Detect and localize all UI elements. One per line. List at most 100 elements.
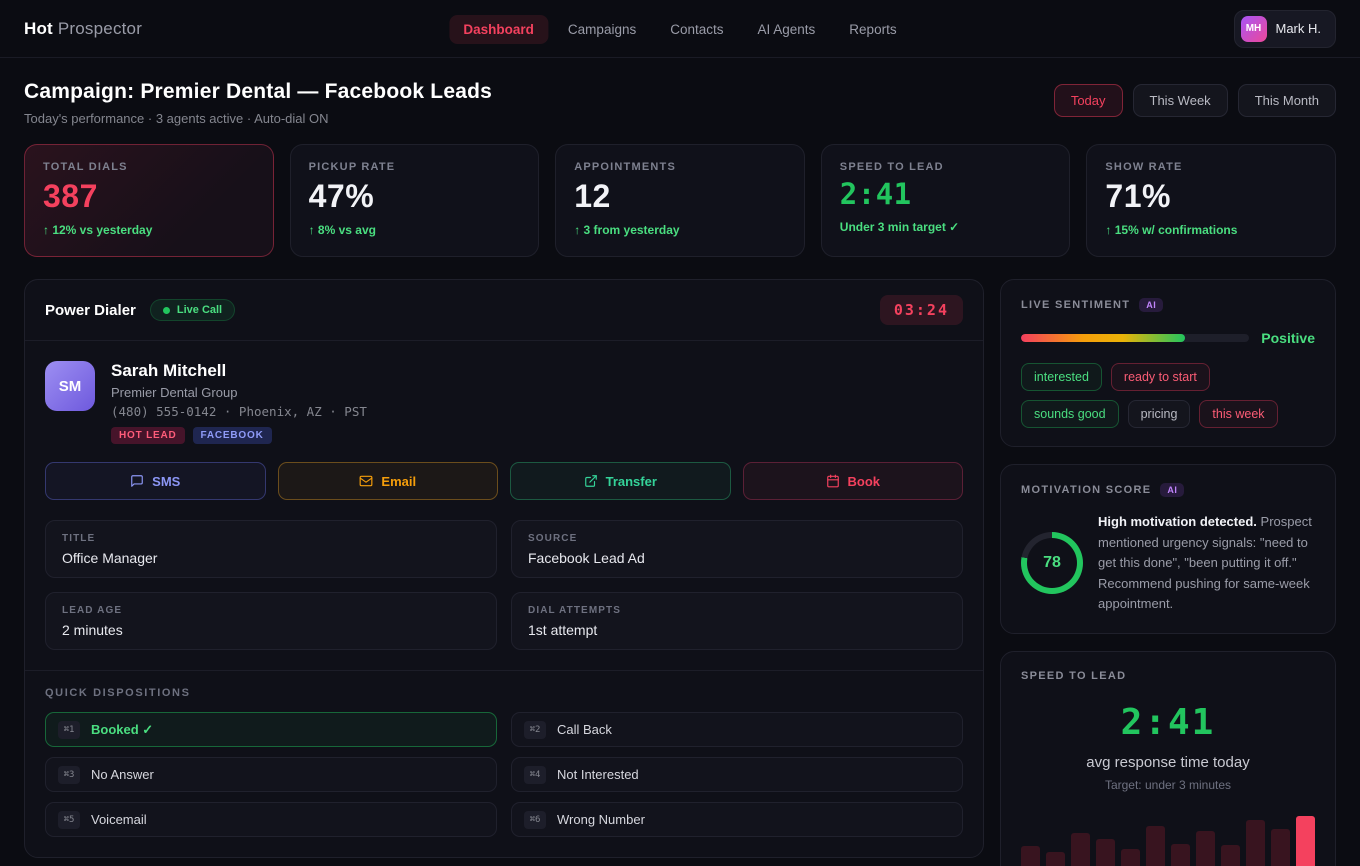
sentiment-heading: LIVE SENTIMENT — [1021, 299, 1130, 311]
dialer-header: Power Dialer Live Call 03:24 — [25, 280, 983, 341]
disposition-wrong-number[interactable]: ⌘6 Wrong Number — [511, 802, 963, 837]
contact-card: SM Sarah Mitchell Premier Dental Group (… — [25, 341, 983, 460]
email-label: Email — [381, 474, 416, 489]
brand-light: Prospector — [58, 19, 142, 38]
speed-target: Target: under 3 minutes — [1021, 778, 1315, 792]
speed-to-lead-panel: SPEED TO LEAD 2:41 avg response time tod… — [1000, 651, 1336, 866]
speed-heading: SPEED TO LEAD — [1021, 670, 1126, 682]
field-source: SOURCE Facebook Lead Ad — [511, 520, 963, 578]
response-time-bar — [1171, 844, 1190, 866]
keyword-pill: interested — [1021, 363, 1102, 391]
response-time-bar — [1146, 826, 1165, 866]
field-value: 2 minutes — [62, 622, 480, 638]
filter-today[interactable]: Today — [1054, 84, 1123, 117]
field-value: Facebook Lead Ad — [528, 550, 946, 566]
contact-company: Premier Dental Group — [111, 385, 367, 400]
live-call-label: Live Call — [177, 304, 222, 316]
kpi-value: 71% — [1105, 179, 1317, 214]
disposition-voicemail[interactable]: ⌘5 Voicemail — [45, 802, 497, 837]
keyword-pill: ready to start — [1111, 363, 1210, 391]
nav-tab-campaigns[interactable]: Campaigns — [554, 15, 650, 44]
page-subtitle: Today's performance · 3 agents active · … — [24, 111, 492, 126]
field-label: LEAD AGE — [62, 605, 480, 616]
motivation-lead: High motivation detected. — [1098, 514, 1257, 529]
nav-tab-ai-agents[interactable]: AI Agents — [744, 15, 830, 44]
kpi-value: 2:41 — [840, 179, 1052, 211]
response-time-bar — [1296, 816, 1315, 866]
avatar: MH — [1241, 16, 1267, 42]
disposition-not-interested[interactable]: ⌘4 Not Interested — [511, 757, 963, 792]
keyword-pill: this week — [1199, 400, 1277, 428]
field-label: DIAL ATTEMPTS — [528, 605, 946, 616]
motivation-score-panel: MOTIVATION SCORE AI 78 High motivation d… — [1000, 464, 1336, 634]
kpi-delta: ↑ 8% vs avg — [309, 223, 521, 237]
nav-tab-contacts[interactable]: Contacts — [656, 15, 737, 44]
live-dot-icon — [163, 307, 170, 314]
filter-this-month[interactable]: This Month — [1238, 84, 1336, 117]
live-call-badge: Live Call — [150, 299, 235, 321]
response-time-bar-chart — [1021, 814, 1315, 866]
contact-avatar: SM — [45, 361, 95, 411]
dispositions-grid: ⌘1 Booked ✓ ⌘2 Call Back ⌘3 No Answer ⌘4… — [45, 712, 963, 837]
disposition-label: No Answer — [91, 767, 154, 782]
kpi-value: 387 — [43, 179, 255, 214]
kpi-delta: ↑ 3 from yesterday — [574, 223, 786, 237]
power-dialer-panel: Power Dialer Live Call 03:24 SM Sarah Mi… — [24, 279, 984, 858]
nav-tab-dashboard[interactable]: Dashboard — [449, 15, 548, 44]
main-content: Power Dialer Live Call 03:24 SM Sarah Mi… — [0, 257, 1360, 866]
contact-phone: (480) 555-0142 · Phoenix, AZ · PST — [111, 404, 367, 419]
book-label: Book — [848, 474, 881, 489]
disposition-label: Voicemail — [91, 812, 147, 827]
kpi-delta: ↑ 12% vs yesterday — [43, 223, 255, 237]
sentiment-keywords: interested ready to start sounds good pr… — [1021, 363, 1315, 428]
sentiment-meter: Positive — [1021, 330, 1315, 346]
shortcut-key-badge: ⌘2 — [524, 721, 546, 739]
field-label: TITLE — [62, 533, 480, 544]
disposition-no-answer[interactable]: ⌘3 No Answer — [45, 757, 497, 792]
kpi-label: SHOW RATE — [1105, 161, 1317, 173]
lead-fields: TITLE Office Manager SOURCE Facebook Lea… — [25, 504, 983, 650]
dialer-title: Power Dialer — [45, 302, 136, 319]
external-arrow-icon — [584, 474, 598, 488]
kpi-total-dials: TOTAL DIALS 387 ↑ 12% vs yesterday — [24, 144, 274, 257]
disposition-label: Booked ✓ — [91, 722, 153, 738]
ai-badge: AI — [1160, 483, 1184, 497]
speed-caption: avg response time today — [1021, 754, 1315, 771]
kpi-label: SPEED TO LEAD — [840, 161, 1052, 173]
sms-label: SMS — [152, 474, 180, 489]
shortcut-key-badge: ⌘3 — [58, 766, 80, 784]
response-time-bar — [1246, 820, 1265, 866]
live-sentiment-panel: LIVE SENTIMENT AI Positive interested re… — [1000, 279, 1336, 447]
kpi-value: 12 — [574, 179, 786, 214]
transfer-button[interactable]: Transfer — [510, 462, 731, 500]
field-value: Office Manager — [62, 550, 480, 566]
email-button[interactable]: Email — [278, 462, 499, 500]
user-name: Mark H. — [1276, 21, 1322, 36]
time-filters: Today This Week This Month — [1054, 84, 1336, 117]
quick-dispositions: QUICK DISPOSITIONS ⌘1 Booked ✓ ⌘2 Call B… — [25, 670, 983, 857]
disposition-call-back[interactable]: ⌘2 Call Back — [511, 712, 963, 747]
nav-tab-reports[interactable]: Reports — [835, 15, 910, 44]
kpi-label: TOTAL DIALS — [43, 161, 255, 173]
contact-actions: SMS Email Transfer Book — [25, 460, 983, 504]
score-gauge: 78 — [1021, 532, 1083, 594]
user-menu[interactable]: MH Mark H. — [1234, 10, 1337, 48]
top-nav: Hot Prospector Dashboard Campaigns Conta… — [0, 0, 1360, 58]
response-time-bar — [1121, 849, 1140, 866]
kpi-speed-to-lead: SPEED TO LEAD 2:41 Under 3 min target ✓ — [821, 144, 1071, 257]
response-time-bar — [1221, 845, 1240, 866]
call-timer: 03:24 — [880, 295, 963, 325]
filter-this-week[interactable]: This Week — [1133, 84, 1228, 117]
kpi-delta: ↑ 15% w/ confirmations — [1105, 223, 1317, 237]
kpi-pickup-rate: PICKUP RATE 47% ↑ 8% vs avg — [290, 144, 540, 257]
disposition-booked[interactable]: ⌘1 Booked ✓ — [45, 712, 497, 747]
sentiment-value: Positive — [1261, 330, 1315, 346]
shortcut-key-badge: ⌘6 — [524, 811, 546, 829]
book-button[interactable]: Book — [743, 462, 964, 500]
page-header: Campaign: Premier Dental — Facebook Lead… — [0, 58, 1360, 144]
brand-logo: Hot Prospector — [24, 19, 142, 39]
kpi-label: PICKUP RATE — [309, 161, 521, 173]
field-value: 1st attempt — [528, 622, 946, 638]
sms-button[interactable]: SMS — [45, 462, 266, 500]
nav-tabs: Dashboard Campaigns Contacts AI Agents R… — [449, 0, 910, 58]
